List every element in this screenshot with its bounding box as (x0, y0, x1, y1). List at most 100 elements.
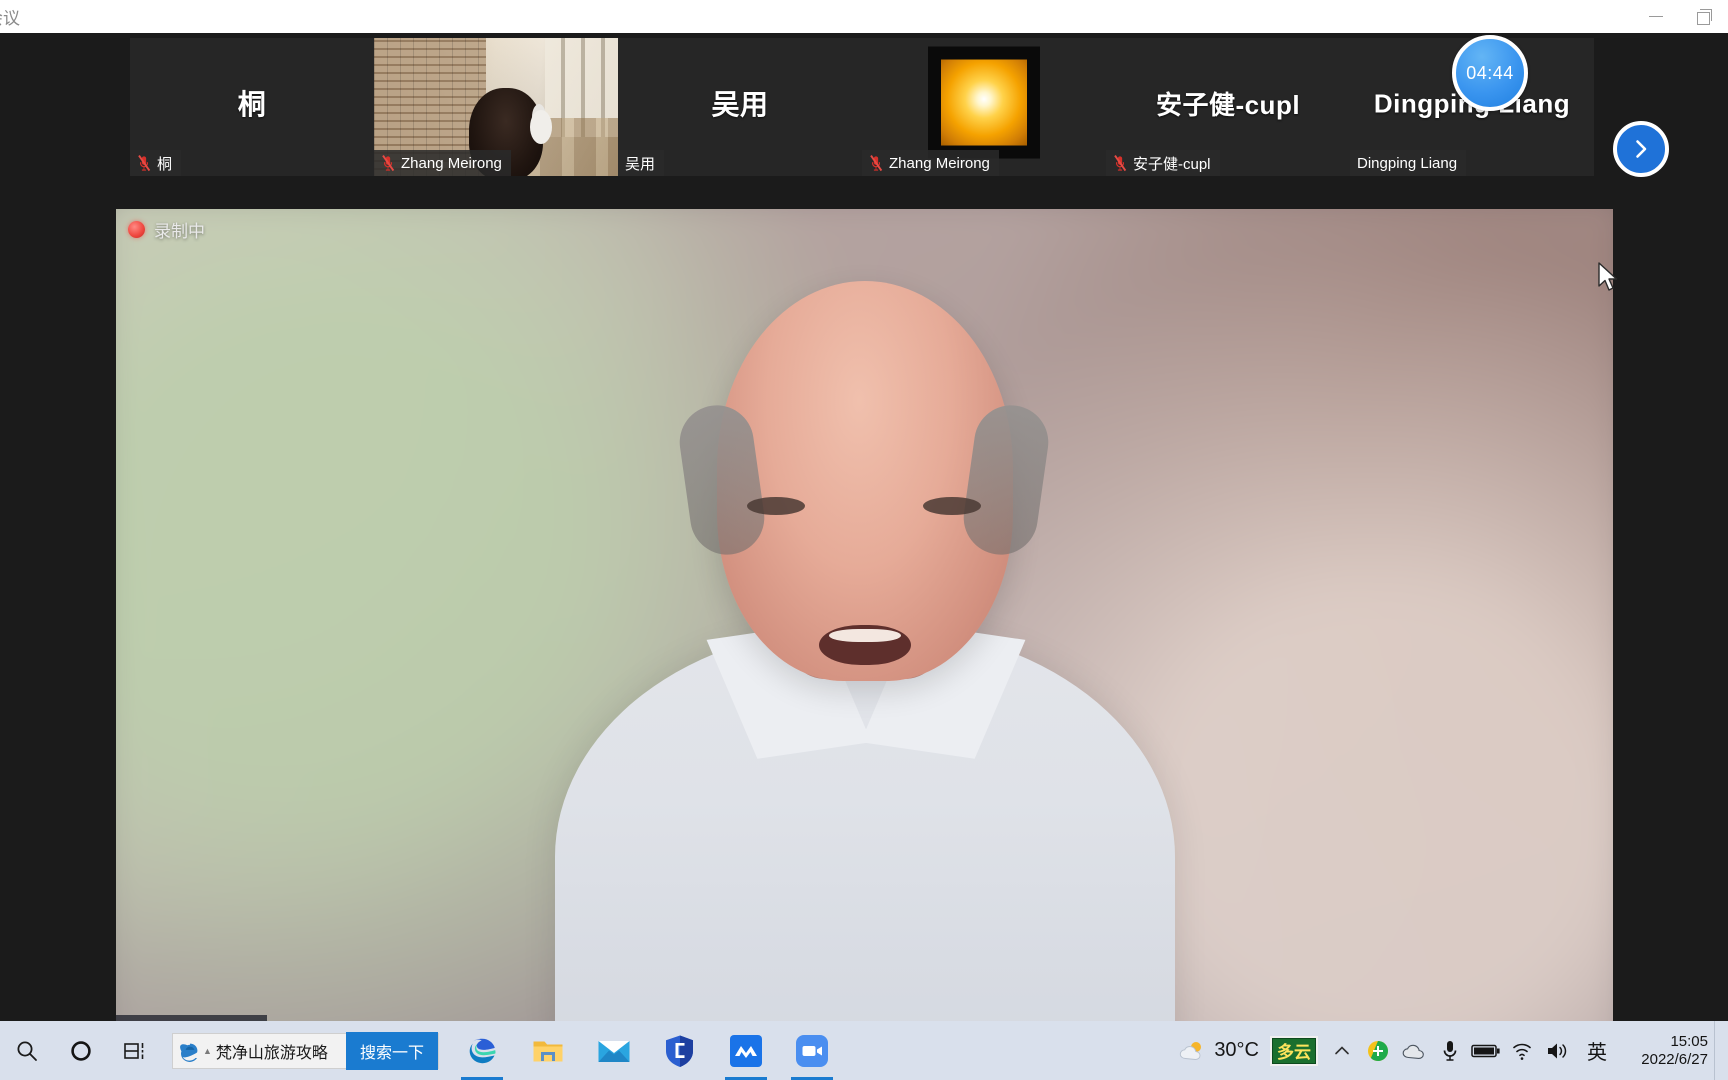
window-controls (1632, 0, 1728, 33)
task-view-button[interactable] (108, 1021, 164, 1080)
clock-time: 15:05 (1670, 1032, 1708, 1050)
internet-explorer-icon (173, 1039, 207, 1063)
ie-search-box[interactable]: ▲ 梵净山旅游攻略 搜索一下 (172, 1031, 439, 1070)
system-tray: 30°C 多云 英 15:05 2022/6/27 (1171, 1021, 1728, 1080)
cortana-icon (71, 1040, 91, 1061)
participant-initials: 吴用 (711, 89, 769, 120)
battery-icon[interactable] (1468, 1021, 1504, 1080)
participant-tile[interactable]: 桐 桐 (130, 38, 374, 176)
participant-name: 桐 (157, 155, 173, 173)
search-icon (17, 1041, 37, 1061)
chevron-right-icon (1636, 140, 1647, 158)
mic-muted-icon (381, 154, 395, 172)
taskbar-app-file-explorer[interactable] (525, 1026, 571, 1076)
weather-temperature: 30°C (1214, 1039, 1259, 1061)
weather-widget[interactable]: 30°C 多云 (1171, 1035, 1324, 1066)
weather-condition-badge: 多云 (1270, 1035, 1318, 1066)
participant-namebar: Zhang Meirong (862, 150, 999, 176)
security-app-icon[interactable] (1360, 1021, 1396, 1080)
mic-muted-icon (1113, 154, 1127, 172)
show-hidden-icons-button[interactable] (1324, 1021, 1360, 1080)
mic-muted-icon (137, 154, 151, 172)
search-go-button[interactable]: 搜索一下 (345, 1031, 438, 1070)
360-security-icon (1368, 1040, 1388, 1061)
show-desktop-button[interactable] (1714, 1021, 1722, 1080)
decor-headphone (530, 109, 553, 144)
taskbar-app-microsoft-defender[interactable] (657, 1026, 703, 1076)
search-query-text[interactable]: 梵净山旅游攻略 (216, 1039, 346, 1063)
participant-namebar: 安子健-cupl (1106, 150, 1220, 176)
participant-initials: 安子健-cupl (1155, 89, 1301, 120)
mic-muted-icon (869, 154, 883, 172)
shield-icon (665, 1035, 693, 1067)
window-title: 会议 (0, 9, 20, 28)
recording-dot-icon (128, 221, 145, 238)
participant-namebar: Zhang Meirong (374, 150, 511, 176)
taskbar-apps (459, 1026, 835, 1080)
edge-icon (469, 1038, 496, 1063)
mic-icon (1443, 1040, 1457, 1061)
participant-tile[interactable]: Zhang Meirong (374, 38, 618, 176)
folder-icon (533, 1041, 563, 1061)
participant-name: Zhang Meirong (401, 154, 502, 172)
cloud-icon (1402, 1044, 1424, 1059)
mouse-cursor (1598, 262, 1618, 291)
restore-button[interactable] (1680, 0, 1728, 33)
taskbar-app-microsoft-edge[interactable] (459, 1026, 505, 1080)
decor-eye-right (922, 497, 981, 515)
meeting-timer[interactable]: 04:44 (1452, 35, 1528, 111)
wifi-icon[interactable] (1504, 1021, 1540, 1080)
meeting-window: 桐 桐 Zhang Meirong 吴用 吴用 Zhang Meirong 安子… (0, 33, 1728, 1051)
participant-tile[interactable]: Zhang Meirong (862, 38, 1106, 176)
main-video-stage[interactable]: 录制中 Ralf Michaels (116, 209, 1613, 1051)
taskbar-clock[interactable]: 15:05 2022/6/27 (1618, 1033, 1714, 1068)
recording-indicator: 录制中 (128, 217, 205, 242)
window-titlebar: 会议 (0, 0, 1728, 33)
participant-namebar: Dingping Liang (1350, 150, 1467, 176)
next-page-button[interactable] (1613, 121, 1669, 177)
wireless-icon (1513, 1043, 1531, 1060)
restore-icon (1696, 9, 1712, 25)
participant-filmstrip: 桐 桐 Zhang Meirong 吴用 吴用 Zhang Meirong 安子… (130, 38, 1595, 176)
taskbar-app-tencent-meeting[interactable] (789, 1026, 835, 1080)
search-button[interactable] (0, 1021, 54, 1080)
participant-namebar: 吴用 (618, 150, 665, 176)
participant-tile[interactable]: 吴用 吴用 (618, 38, 862, 176)
clock-date: 2022/6/27 (1641, 1050, 1708, 1068)
microphone-icon[interactable] (1432, 1021, 1468, 1080)
decor-mouth (818, 625, 911, 665)
decor-eye-left (746, 497, 805, 515)
volume-icon[interactable] (1540, 1021, 1576, 1080)
onedrive-icon[interactable] (1396, 1021, 1432, 1080)
taskbar-app-wps-office[interactable] (723, 1026, 769, 1080)
participant-avatar (928, 46, 1040, 159)
screen: 会议 桐 (0, 0, 1728, 1080)
participant-namebar: 桐 (130, 150, 182, 176)
meeting-timer-value: 04:44 (1466, 62, 1514, 83)
wps-icon (729, 1034, 762, 1067)
partly-cloudy-icon (1180, 1041, 1202, 1060)
decor-torso (554, 627, 1175, 1051)
task-view-icon (124, 1042, 144, 1059)
battery-full-icon (1471, 1044, 1500, 1057)
dropdown-caret-icon: ▲ (203, 1045, 212, 1056)
windows-taskbar: ▲ 梵净山旅游攻略 搜索一下 30°C 多云 英 15:05 2022/6/27 (0, 1021, 1728, 1080)
taskbar-app-mail[interactable] (591, 1026, 637, 1076)
chevron-up-icon (1335, 1045, 1349, 1054)
participant-name: 吴用 (625, 155, 656, 173)
sunburst-image (941, 59, 1027, 146)
video-camera-icon (795, 1034, 828, 1067)
participant-initials: 桐 (237, 89, 267, 120)
minimize-button[interactable] (1632, 0, 1680, 33)
cortana-button[interactable] (54, 1021, 108, 1080)
mail-icon (598, 1040, 630, 1062)
participant-tile[interactable]: 安子健-cupl 安子健-cupl (1106, 38, 1350, 176)
participant-name: 安子健-cupl (1133, 155, 1211, 173)
minimize-icon (1649, 15, 1663, 18)
recording-label: 录制中 (154, 222, 205, 241)
video-speaker-figure (116, 209, 1613, 1051)
speaker-icon (1548, 1043, 1567, 1058)
ime-language-indicator[interactable]: 英 (1576, 1036, 1618, 1065)
participant-name: Dingping Liang (1357, 154, 1458, 172)
participant-name: Zhang Meirong (889, 154, 990, 172)
